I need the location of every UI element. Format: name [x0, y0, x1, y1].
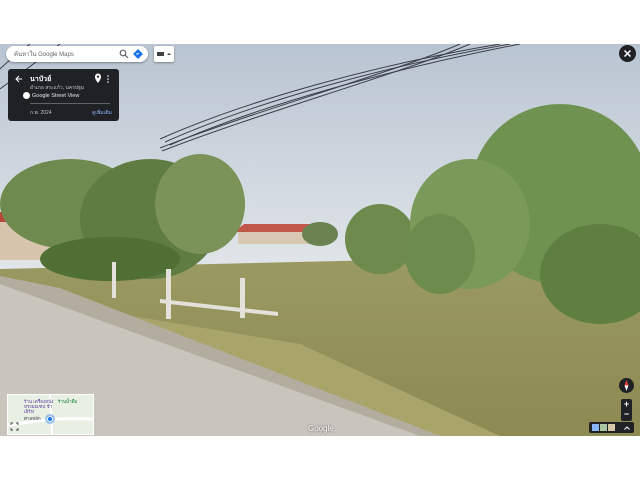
- compass-icon: [624, 380, 629, 391]
- layers-button[interactable]: [154, 46, 174, 62]
- minimap-label-water: ร้านนํ้าดื่ม: [58, 399, 78, 404]
- zoom-out-button[interactable]: −: [621, 409, 632, 420]
- thumbnail[interactable]: [600, 424, 607, 431]
- minimap-label-shrine: ศาลหลัก: [24, 416, 41, 421]
- capture-date: ก.พ. 2024: [30, 110, 52, 116]
- kebab-icon[interactable]: [106, 74, 110, 84]
- card-divider: [30, 103, 110, 104]
- compass-button[interactable]: [619, 378, 634, 393]
- photo-thumbnails[interactable]: [589, 422, 634, 433]
- expand-icon[interactable]: [10, 422, 19, 431]
- back-arrow-icon[interactable]: [14, 74, 24, 84]
- minimap[interactable]: ร้าน เครื่องหนัง ทรงมณฑป ชำเสิร์ฟ ร้านนํ…: [7, 394, 94, 435]
- street-view-logo-icon: [23, 92, 30, 99]
- thumbnail[interactable]: [592, 424, 599, 431]
- search-input[interactable]: ค้นหาใน Google Maps: [14, 49, 119, 59]
- location-subtitle: อำเภอ สระแก้ว, นครปฐม: [30, 85, 85, 91]
- pin-icon[interactable]: [94, 73, 102, 83]
- close-icon: [623, 49, 632, 58]
- location-info-card: นาบัวย์ อำเภอ สระแก้ว, นครปฐม Google Str…: [8, 69, 119, 121]
- chevron-up-icon[interactable]: [623, 424, 631, 432]
- minimap-label-shop: ร้าน เครื่องหนัง ทรงมณฑป ชำเสิร์ฟ: [24, 399, 54, 414]
- close-button[interactable]: [619, 45, 636, 62]
- search-icon[interactable]: [119, 49, 129, 59]
- search-bar[interactable]: ค้นหาใน Google Maps: [6, 46, 148, 62]
- directions-icon[interactable]: [133, 49, 143, 59]
- thumbnail[interactable]: [608, 424, 615, 431]
- street-view-viewer[interactable]: ค้นหาใน Google Maps นาบัวย์ อำเภอ สระแก้…: [0, 44, 640, 436]
- layers-icon: [157, 52, 171, 56]
- see-more-dates-link[interactable]: ดูเพิ่มเติม: [92, 109, 112, 117]
- zoom-controls: + −: [621, 399, 632, 421]
- google-watermark: Google: [308, 424, 334, 433]
- street-view-label: Google Street View: [32, 93, 80, 99]
